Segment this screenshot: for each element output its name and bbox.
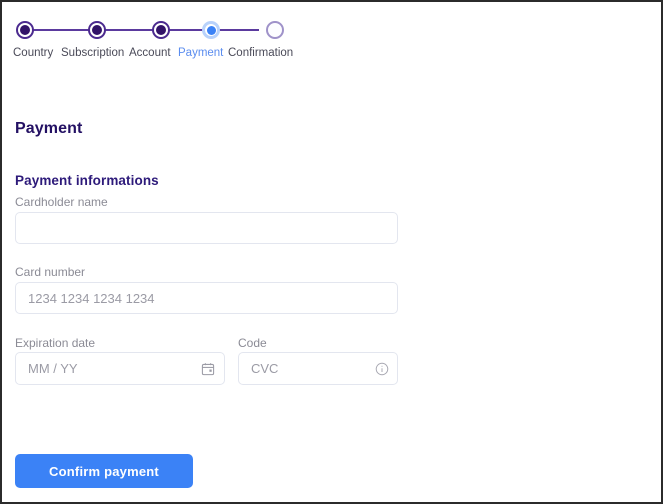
card-number-label: Card number [15,265,86,279]
code-label: Code [238,336,267,350]
step-label-subscription[interactable]: Subscription [61,45,124,61]
step-dot-payment [206,25,216,35]
section-subtitle: Payment informations [15,173,159,189]
step-node-country[interactable] [16,21,34,39]
step-node-payment[interactable] [202,21,220,39]
confirm-payment-button[interactable]: Confirm payment [15,454,193,488]
payment-page: Country Subscription Account Payment Con… [0,0,663,504]
card-number-input[interactable] [15,282,398,314]
step-label-confirmation[interactable]: Confirmation [228,45,293,61]
cardholder-name-input[interactable] [15,212,398,244]
step-dot-subscription [92,25,102,35]
step-dot-account [156,25,166,35]
step-label-country[interactable]: Country [13,45,53,61]
step-label-payment[interactable]: Payment [178,45,223,61]
progress-stepper [16,21,284,39]
stepper-track [29,29,259,31]
code-input[interactable] [238,352,398,385]
cardholder-name-label: Cardholder name [15,195,108,209]
step-dot-country [20,25,30,35]
step-node-confirmation[interactable] [266,21,284,39]
step-node-subscription[interactable] [88,21,106,39]
expiration-date-input[interactable] [15,352,225,385]
step-label-account[interactable]: Account [129,45,171,61]
page-title: Payment [15,119,83,137]
expiration-date-label: Expiration date [15,336,96,350]
step-node-account[interactable] [152,21,170,39]
stepper-labels: Country Subscription Account Payment Con… [2,45,302,61]
